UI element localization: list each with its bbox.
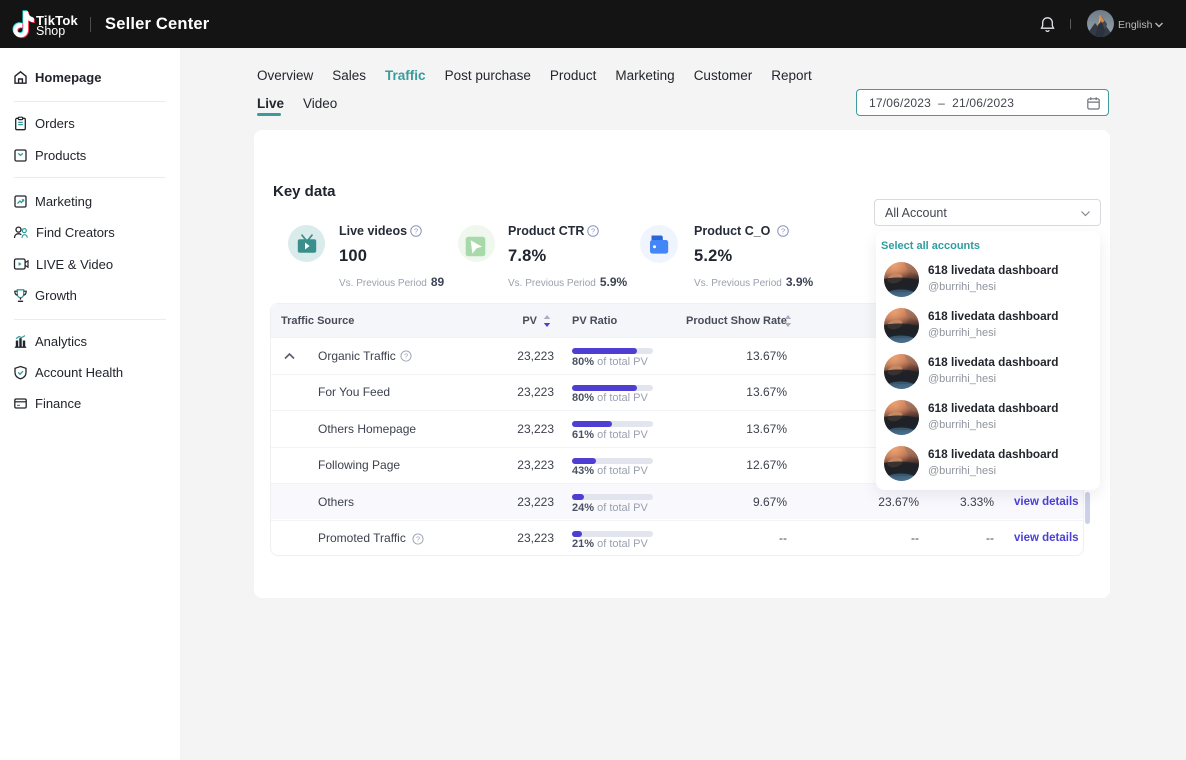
svg-text:?: ? <box>781 227 785 236</box>
svg-text:?: ? <box>591 227 595 236</box>
svg-text:?: ? <box>414 227 418 236</box>
svg-text:?: ? <box>403 351 407 360</box>
svg-text:?: ? <box>416 534 420 543</box>
